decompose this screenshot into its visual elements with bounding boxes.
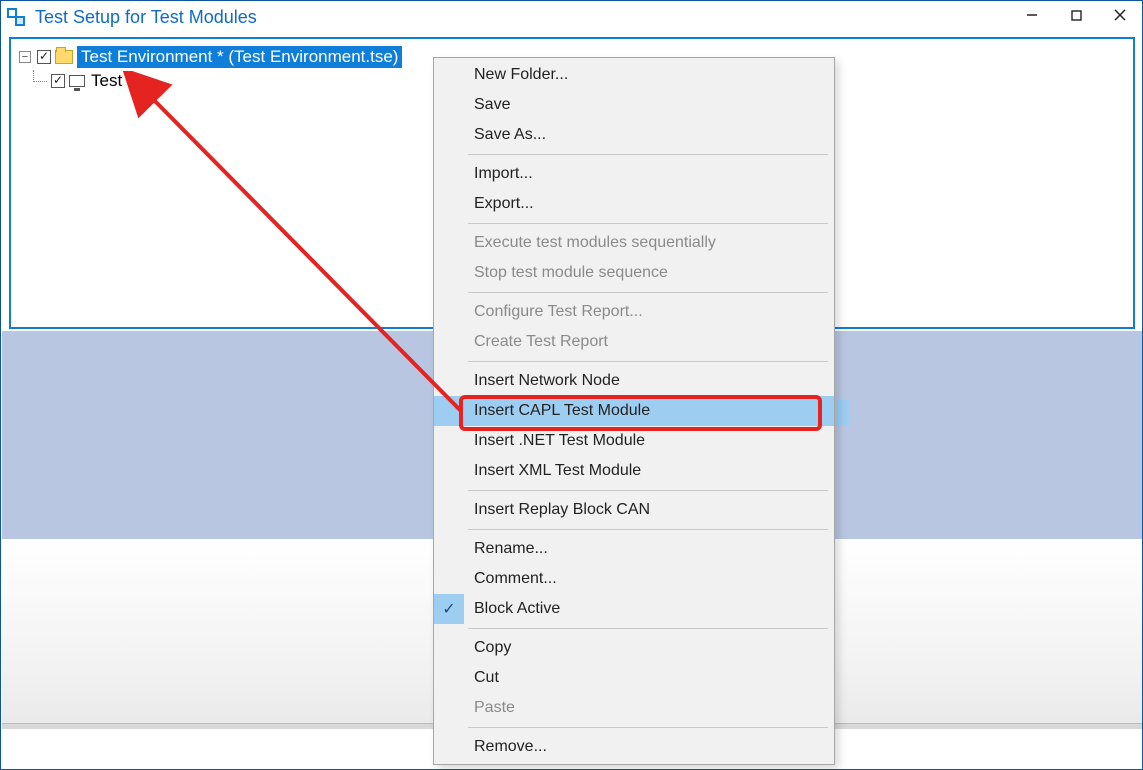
close-button[interactable] [1098,1,1142,29]
menu-label: Insert Replay Block CAN [474,501,650,519]
menu-insert-xml[interactable]: Insert XML Test Module [434,456,834,486]
menu-label: Insert Network Node [474,372,620,390]
menu-label: Export... [474,195,534,213]
menu-label: Cut [474,669,499,687]
window-frame: Test Setup for Test Modules − Test Envir… [0,0,1143,770]
menu-separator [468,361,828,362]
maximize-icon [1071,10,1082,21]
menu-insert-replay[interactable]: Insert Replay Block CAN [434,495,834,525]
test-node-icon [69,75,85,87]
menu-cut[interactable]: Cut [434,663,834,693]
app-icon [7,8,25,26]
menu-insert-network-node[interactable]: Insert Network Node [434,366,834,396]
expander-icon[interactable]: − [19,51,31,63]
menu-label: Insert .NET Test Module [474,432,645,450]
close-icon [1114,9,1126,21]
menu-label: Create Test Report [474,333,608,351]
window-controls [1010,1,1142,29]
menu-create-report: Create Test Report [434,327,834,357]
menu-label: Import... [474,165,533,183]
menu-save[interactable]: Save [434,90,834,120]
menu-label: Execute test modules sequentially [474,234,716,252]
menu-label: Save [474,96,510,114]
menu-insert-dotnet[interactable]: Insert .NET Test Module [434,426,834,456]
menu-paste: Paste [434,693,834,723]
menu-insert-capl[interactable]: Insert CAPL Test Module [434,396,834,426]
folder-icon [55,50,73,64]
menu-separator [468,154,828,155]
menu-label: New Folder... [474,66,568,84]
menu-new-folder[interactable]: New Folder... [434,60,834,90]
menu-separator [468,292,828,293]
menu-separator [468,490,828,491]
menu-label: Comment... [474,570,557,588]
maximize-button[interactable] [1054,1,1098,29]
menu-label: Remove... [474,738,547,756]
menu-separator [468,628,828,629]
menu-remove[interactable]: Remove... [434,732,834,762]
menu-stop-sequence: Stop test module sequence [434,258,834,288]
menu-configure-report: Configure Test Report... [434,297,834,327]
menu-label: Stop test module sequence [474,264,668,282]
menu-export[interactable]: Export... [434,189,834,219]
menu-label: Insert CAPL Test Module [474,402,650,420]
titlebar: Test Setup for Test Modules [1,1,1142,33]
tree-root-label: Test Environment * (Test Environment.tse… [77,46,402,68]
minimize-button[interactable] [1010,1,1054,29]
minimize-icon [1026,9,1038,21]
menu-separator [468,529,828,530]
tree-connector [33,70,47,82]
menu-separator [468,727,828,728]
menu-import[interactable]: Import... [434,159,834,189]
menu-label: Copy [474,639,511,657]
tree-child-label: Test 3 [91,71,136,91]
menu-label: Configure Test Report... [474,303,643,321]
check-icon: ✓ [434,594,464,624]
menu-comment[interactable]: Comment... [434,564,834,594]
menu-block-active[interactable]: ✓ Block Active [434,594,834,624]
highlight-overflow [835,400,849,426]
menu-label: Insert XML Test Module [474,462,641,480]
checkbox-child[interactable] [51,74,65,88]
menu-copy[interactable]: Copy [434,633,834,663]
menu-label: Save As... [474,126,546,144]
menu-label: Block Active [474,600,560,618]
checkbox-root[interactable] [37,50,51,64]
menu-label: Paste [474,699,515,717]
menu-separator [468,223,828,224]
window-title: Test Setup for Test Modules [35,7,257,28]
menu-save-as[interactable]: Save As... [434,120,834,150]
menu-exec-sequential: Execute test modules sequentially [434,228,834,258]
context-menu: New Folder... Save Save As... Import... … [433,57,835,765]
menu-label: Rename... [474,540,548,558]
menu-rename[interactable]: Rename... [434,534,834,564]
